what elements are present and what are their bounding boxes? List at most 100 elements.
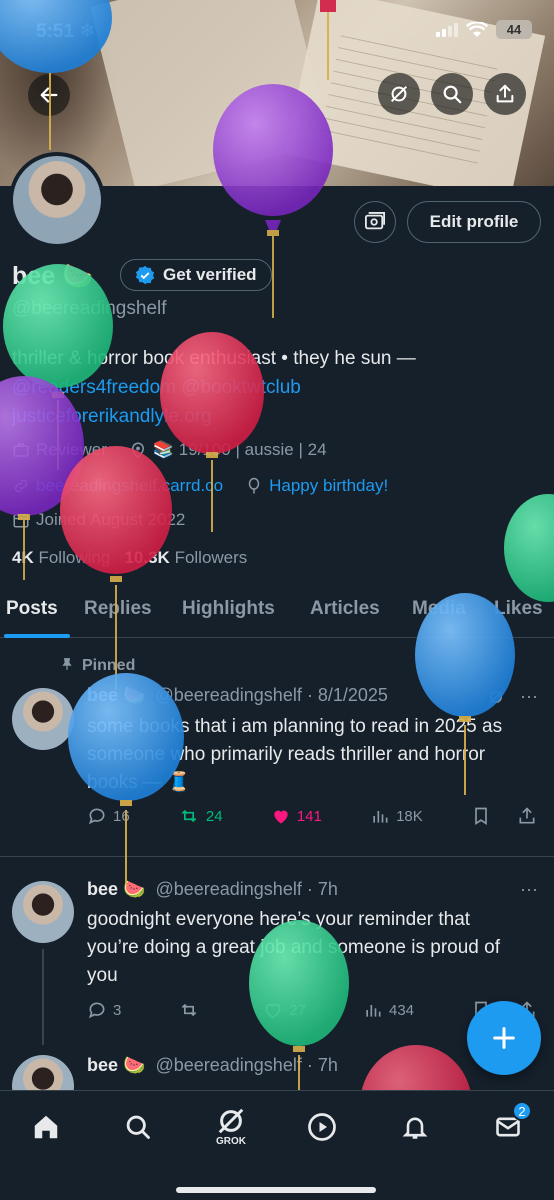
pinned-label: Pinned xyxy=(60,657,135,675)
money-icon xyxy=(365,212,385,230)
post-avatar[interactable] xyxy=(12,1055,74,1090)
like-button[interactable]: 141 xyxy=(271,806,322,826)
post-author-name[interactable]: bee 🍉 xyxy=(87,879,145,899)
post-text: some books that i am planning to read in… xyxy=(87,716,503,793)
tab-posts[interactable]: Posts xyxy=(6,598,58,620)
repost-button[interactable]: 24 xyxy=(178,806,223,826)
share-icon[interactable] xyxy=(517,806,537,826)
edit-profile-button[interactable]: Edit profile xyxy=(407,201,541,243)
get-verified-label: Get verified xyxy=(163,265,257,284)
nav-messages[interactable]: 2 xyxy=(488,1101,532,1147)
post-time: 7h xyxy=(317,1055,338,1075)
home-indicator xyxy=(176,1187,376,1193)
profile-handle: @beereadingshelf xyxy=(12,298,167,319)
nav-video[interactable] xyxy=(302,1107,342,1147)
repost-icon xyxy=(182,1003,197,1017)
profile-avatar[interactable] xyxy=(9,152,105,248)
play-icon xyxy=(308,1113,336,1141)
post-time: 7h xyxy=(317,879,338,899)
post-text: goodnight everyone here’s your reminder … xyxy=(87,909,500,986)
tab-replies[interactable]: Replies xyxy=(84,598,152,620)
nav-grok[interactable]: GROK xyxy=(211,1101,251,1151)
grok-icon[interactable] xyxy=(487,688,505,706)
tab-highlights[interactable]: Highlights xyxy=(182,598,275,620)
location-icon xyxy=(131,442,144,459)
post-header: bee 🍉 @beereadingshelf · 7h xyxy=(87,879,338,899)
post-author-name[interactable]: bee 🍉 xyxy=(87,1055,145,1075)
repost-icon xyxy=(181,809,197,823)
reply-icon xyxy=(88,808,105,825)
post-header: bee 🍉 @beereadingshelf · 7h xyxy=(87,1055,338,1075)
views-icon xyxy=(373,811,388,823)
status-bar: 5:51 ❄ 44 xyxy=(0,0,554,64)
like-button[interactable]: 27 xyxy=(263,1000,306,1020)
post-author-handle[interactable]: @beereadingshelf xyxy=(155,685,301,705)
post-avatar[interactable] xyxy=(12,881,74,943)
bell-icon xyxy=(402,1117,428,1139)
profile-meta-row-2: beereadingshelf.carrd.co Happy birthday! xyxy=(12,476,388,496)
post-more-icon[interactable]: ··· xyxy=(520,686,538,707)
back-button[interactable] xyxy=(28,74,70,116)
share-icon xyxy=(496,84,514,103)
post-author-handle[interactable]: @beereadingshelf xyxy=(155,879,301,899)
profile-website[interactable]: beereadingshelf.carrd.co xyxy=(36,476,223,496)
follow-stats: 4K Following 10.3K Followers xyxy=(12,548,247,568)
post-item[interactable]: bee 🍉 @beereadingshelf · 7h ··· goodnigh… xyxy=(0,857,554,1047)
plus-icon xyxy=(493,1027,515,1049)
search-icon xyxy=(126,1115,150,1139)
search-icon xyxy=(443,85,462,104)
link-icon xyxy=(14,479,28,493)
profile-joined: Joined August 2022 xyxy=(36,510,186,529)
thread-line xyxy=(42,949,44,1045)
arrow-left-icon xyxy=(40,87,58,103)
post-more-icon[interactable]: ··· xyxy=(520,879,538,900)
edit-profile-label: Edit profile xyxy=(429,212,519,231)
post-actions: 3 27 434 xyxy=(87,1000,537,1020)
grok-analyze-button[interactable] xyxy=(378,73,420,115)
messages-badge: 2 xyxy=(512,1101,532,1121)
post-author-name[interactable]: bee 🍉 xyxy=(87,685,145,705)
bookmark-icon[interactable] xyxy=(471,806,491,826)
views-icon xyxy=(366,1005,381,1017)
reply-button[interactable]: 3 xyxy=(87,1000,121,1020)
get-verified-button[interactable]: Get verified xyxy=(120,259,272,291)
nav-notifications[interactable] xyxy=(395,1107,435,1147)
nav-home[interactable] xyxy=(26,1107,66,1147)
verified-badge-icon xyxy=(135,265,155,285)
battery-icon: 44 xyxy=(496,20,532,39)
followers-link[interactable]: 10.3K Followers xyxy=(124,548,247,567)
signal-icon xyxy=(436,22,458,37)
bottom-navigation: GROK 2 xyxy=(0,1090,554,1200)
views-button[interactable]: 434 xyxy=(363,1000,414,1020)
share-button[interactable] xyxy=(484,73,526,115)
pin-icon xyxy=(62,658,72,670)
post-author-handle[interactable]: @beereadingshelf xyxy=(155,1055,301,1075)
bio-link[interactable]: justiceforerikandlyle.org xyxy=(12,402,542,431)
nav-search[interactable] xyxy=(118,1107,158,1147)
profile-meta-row-3: Joined August 2022 xyxy=(12,510,185,530)
profile-bio: thriller & horror book enthusiast • they… xyxy=(12,344,542,431)
search-button[interactable] xyxy=(431,73,473,115)
following-link[interactable]: 4K Following xyxy=(12,548,110,567)
compose-post-button[interactable] xyxy=(467,1001,541,1075)
post-avatar[interactable] xyxy=(12,688,74,750)
tab-likes[interactable]: Likes xyxy=(494,598,543,620)
bio-mentions[interactable]: @readers4freedom @booktwtclub xyxy=(12,373,542,402)
profile-meta-row-1: Reviewer 📚 19/100 | aussie | 24 xyxy=(12,440,327,460)
grok-icon xyxy=(390,85,408,103)
tab-articles[interactable]: Articles xyxy=(310,598,380,620)
status-time: 5:51 ❄ xyxy=(36,21,96,42)
reply-button[interactable]: 16 xyxy=(87,806,130,826)
grok-icon xyxy=(218,1108,244,1133)
profile-category: Reviewer xyxy=(36,440,107,459)
profile-birthday[interactable]: Happy birthday! xyxy=(269,476,388,496)
post-actions: 16 24 141 18K xyxy=(87,806,537,826)
repost-button[interactable] xyxy=(178,1000,206,1020)
analytics-button[interactable] xyxy=(354,201,396,243)
profile-name: bee 🍉 xyxy=(12,262,94,290)
tab-media[interactable]: Media xyxy=(412,598,466,620)
home-icon xyxy=(34,1115,58,1139)
post-item[interactable]: Pinned bee 🍉 @beereadingshelf · 8/1/2025… xyxy=(0,640,554,855)
views-button[interactable]: 18K xyxy=(370,806,423,826)
bio-text: thriller & horror book enthusiast • they… xyxy=(12,348,416,369)
